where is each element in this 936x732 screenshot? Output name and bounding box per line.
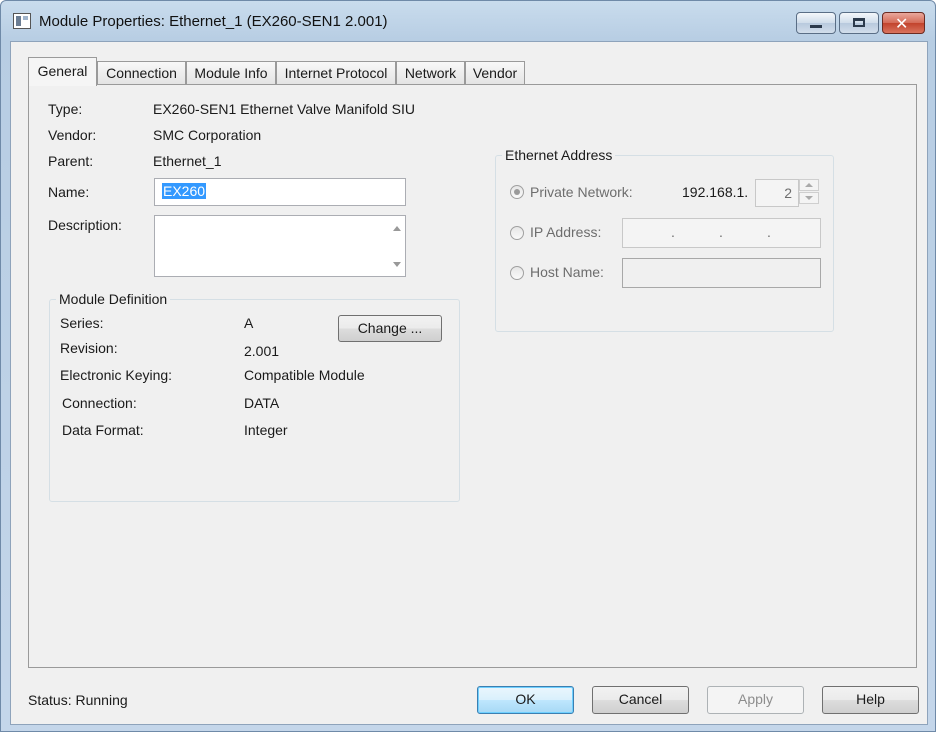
vendor-label: Vendor:: [48, 127, 97, 143]
scroll-down-icon[interactable]: [393, 262, 401, 267]
name-label: Name:: [48, 184, 90, 200]
private-network-prefix: 192.168.1.: [682, 184, 749, 200]
tab-module-info[interactable]: Module Info: [186, 61, 276, 85]
cancel-button[interactable]: Cancel: [592, 686, 689, 714]
private-network-host-value: 2: [784, 185, 792, 201]
name-input-value: EX260: [162, 183, 207, 199]
series-label: Series:: [60, 315, 104, 331]
revision-value: 2.001: [244, 343, 280, 359]
ip-address-input[interactable]: . . .: [622, 218, 821, 248]
module-definition-title: Module Definition: [56, 291, 171, 307]
ip-dot-1: .: [671, 224, 675, 240]
status-bar: Status: Running: [28, 692, 128, 708]
status-label: Status:: [28, 692, 72, 708]
connection-value: DATA: [244, 395, 280, 411]
status-value: Running: [75, 692, 128, 708]
title-bar[interactable]: Module Properties: Ethernet_1 (EX260-SEN…: [1, 1, 935, 41]
ip-address-label: IP Address:: [530, 224, 602, 240]
minimize-button[interactable]: [796, 12, 836, 34]
parent-label: Parent:: [48, 153, 94, 169]
close-button[interactable]: ✕: [882, 12, 925, 34]
parent-value: Ethernet_1: [153, 153, 222, 169]
tab-network[interactable]: Network: [396, 61, 465, 85]
dialog-body: General Connection Module Info Internet …: [10, 41, 928, 725]
ip-dot-3: .: [767, 224, 771, 240]
electronic-keying-label: Electronic Keying:: [60, 367, 173, 383]
spin-down-icon: [805, 196, 813, 200]
electronic-keying-value: Compatible Module: [244, 367, 365, 383]
connection-label: Connection:: [62, 395, 137, 411]
name-input[interactable]: EX260: [154, 178, 406, 206]
window-icon: [13, 13, 31, 29]
type-value: EX260-SEN1 Ethernet Valve Manifold SIU: [153, 101, 415, 117]
host-name-input[interactable]: [622, 258, 821, 288]
change-button[interactable]: Change ...: [338, 315, 442, 342]
scroll-up-icon[interactable]: [393, 226, 401, 231]
help-button[interactable]: Help: [822, 686, 919, 714]
minimize-icon: [810, 25, 822, 28]
private-network-host-input[interactable]: 2: [755, 179, 799, 207]
apply-button[interactable]: Apply: [707, 686, 804, 714]
ethernet-address-title: Ethernet Address: [502, 147, 616, 163]
vendor-value: SMC Corporation: [153, 127, 262, 143]
revision-label: Revision:: [60, 340, 118, 356]
description-label: Description:: [48, 217, 122, 233]
ok-button[interactable]: OK: [477, 686, 574, 714]
general-tab-panel: Type: EX260-SEN1 Ethernet Valve Manifold…: [28, 84, 917, 668]
spin-down-button[interactable]: [799, 192, 819, 204]
tab-internet-protocol[interactable]: Internet Protocol: [276, 61, 396, 85]
window-title: Module Properties: Ethernet_1 (EX260-SEN…: [39, 13, 388, 30]
module-properties-window: Module Properties: Ethernet_1 (EX260-SEN…: [0, 0, 936, 732]
spin-up-button[interactable]: [799, 179, 819, 191]
data-format-value: Integer: [244, 422, 288, 438]
description-input[interactable]: [154, 215, 406, 277]
type-label: Type:: [48, 101, 83, 117]
tab-general[interactable]: General: [28, 57, 97, 86]
close-icon: ✕: [895, 14, 909, 33]
maximize-button[interactable]: [839, 12, 879, 34]
ip-address-radio[interactable]: [510, 226, 524, 240]
tab-connection[interactable]: Connection: [97, 61, 186, 85]
private-network-label: Private Network:: [530, 184, 633, 200]
maximize-icon: [853, 18, 865, 27]
private-network-radio[interactable]: [510, 185, 524, 199]
host-name-radio[interactable]: [510, 266, 524, 280]
spin-up-icon: [805, 183, 813, 187]
series-value: A: [244, 315, 254, 331]
ip-dot-2: .: [719, 224, 723, 240]
host-name-label: Host Name:: [530, 264, 604, 280]
tab-vendor[interactable]: Vendor: [465, 61, 525, 85]
data-format-label: Data Format:: [62, 422, 144, 438]
